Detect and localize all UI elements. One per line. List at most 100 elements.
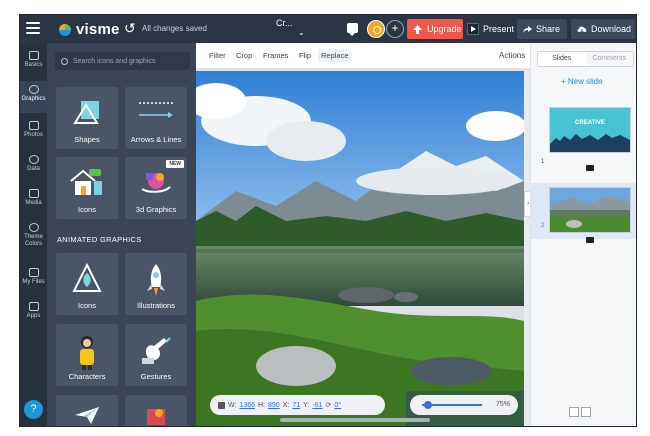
- height-label: H:: [258, 401, 266, 409]
- slide-1-preview: [550, 134, 630, 152]
- graphics-icon: [28, 85, 39, 94]
- rail-item-apps[interactable]: Apps: [20, 302, 47, 319]
- grid-view-icon[interactable]: [569, 407, 579, 417]
- frames-button[interactable]: Frames: [263, 51, 288, 60]
- slide-thumbnail-2[interactable]: [549, 187, 631, 233]
- animated-graphics-heading: ANIMATED GRAPHICS: [57, 235, 142, 244]
- tile-icons[interactable]: Icons: [56, 157, 118, 219]
- paper-plane-icon: [75, 407, 99, 424]
- tile-label: Gestures: [140, 372, 172, 381]
- view-toggle: [569, 407, 591, 417]
- upgrade-label: Upgrade: [427, 24, 462, 34]
- menu-icon[interactable]: [26, 22, 40, 34]
- illustration-icon: [147, 409, 165, 425]
- rail-item-basics[interactable]: Basics: [20, 51, 47, 68]
- slide-number: 2: [541, 223, 545, 229]
- horizontal-scrollbar[interactable]: [280, 418, 430, 422]
- add-collaborator-button[interactable]: +: [386, 20, 404, 38]
- new-slide-button[interactable]: + New slide: [561, 77, 603, 86]
- user-avatar[interactable]: [367, 20, 385, 38]
- slide-transition-icon[interactable]: [586, 165, 594, 171]
- help-button[interactable]: ?: [24, 400, 43, 419]
- gesture-hand-icon: [142, 337, 171, 364]
- visme-logo-icon: [59, 23, 71, 36]
- rail-label: Data: [27, 166, 40, 172]
- tile-illustrations[interactable]: Illustrations: [125, 253, 187, 315]
- rotation-value[interactable]: 0°: [334, 402, 341, 409]
- tile-label: Icons: [78, 301, 96, 310]
- 3d-graphics-icon: [141, 173, 171, 193]
- rail-label: Media: [25, 200, 42, 206]
- lock-icon[interactable]: [218, 401, 225, 409]
- lake-photo[interactable]: [196, 71, 524, 426]
- shapes-icon: [73, 101, 99, 124]
- search-placeholder: Search icons and graphics: [73, 57, 156, 65]
- slide-thumbnail-1[interactable]: CREATIVE: [549, 107, 631, 153]
- rail-label: Basics: [24, 62, 43, 68]
- slides-tabs: Slides Comments: [537, 51, 634, 67]
- slide-1-title: CREATIVE: [575, 120, 605, 126]
- search-icon: [61, 57, 68, 65]
- slide-transition-icon[interactable]: [586, 237, 594, 243]
- home-icon: [70, 169, 102, 195]
- tile-shapes[interactable]: Shapes: [56, 87, 118, 149]
- zoom-slider-handle[interactable]: [424, 401, 432, 409]
- y-value[interactable]: -61: [312, 402, 322, 409]
- share-button[interactable]: Share: [517, 19, 567, 39]
- rail-item-media[interactable]: Media: [20, 189, 47, 206]
- zoom-value: 75%: [495, 401, 510, 408]
- height-value[interactable]: 890: [268, 402, 280, 409]
- filter-button[interactable]: Filter: [209, 51, 226, 60]
- share-label: Share: [536, 24, 561, 34]
- rail-label: Graphics: [21, 96, 46, 102]
- replace-button[interactable]: Replace: [318, 49, 352, 62]
- tile-arrows-lines[interactable]: Arrows & Lines: [125, 87, 187, 149]
- undo-icon[interactable]: ↺: [124, 20, 136, 37]
- rail-item-photos[interactable]: Photos: [20, 121, 47, 138]
- actions-menu[interactable]: Actions: [499, 51, 525, 60]
- x-value[interactable]: 71: [292, 402, 300, 409]
- rotate-icon: ⟳: [325, 402, 332, 409]
- chevron-down-icon[interactable]: ⌄: [298, 28, 305, 37]
- rail-item-my-files[interactable]: My Files: [20, 268, 47, 285]
- search-input[interactable]: Search icons and graphics: [55, 52, 190, 70]
- x-label: X:: [282, 401, 290, 409]
- rail-label: My Files: [22, 279, 45, 285]
- rocket-icon: [147, 264, 165, 296]
- tile-more-1[interactable]: [56, 395, 118, 426]
- tile-more-2[interactable]: [125, 395, 187, 426]
- present-button[interactable]: Present: [467, 20, 514, 38]
- tile-3d-graphics[interactable]: NEW 3d Graphics: [125, 157, 187, 219]
- left-rail: Basics Graphics Photos Data Media Theme …: [20, 43, 47, 426]
- crop-button[interactable]: Crop: [236, 51, 252, 60]
- image-toolbar: Filter Crop Frames Flip Replace: [196, 43, 530, 69]
- data-icon: [28, 155, 39, 164]
- my-files-icon: [28, 268, 39, 277]
- rail-item-theme-colors[interactable]: Theme Colors: [20, 223, 47, 248]
- app-logo[interactable]: visme: [58, 21, 120, 38]
- tile-label: Illustrations: [137, 301, 175, 310]
- arrows-lines-icon: [139, 102, 173, 118]
- comments-icon[interactable]: [347, 23, 358, 36]
- document-title[interactable]: Cr...: [276, 18, 293, 28]
- width-value[interactable]: 1366: [239, 402, 255, 409]
- tab-comments[interactable]: Comments: [585, 52, 633, 66]
- tile-gestures[interactable]: Gestures: [125, 324, 187, 386]
- tab-slides[interactable]: Slides: [538, 52, 586, 66]
- save-status: All changes saved: [142, 24, 207, 33]
- present-label: Present: [483, 24, 515, 34]
- download-button[interactable]: Download: [571, 19, 635, 39]
- element-stats-bar: W: 1366 H: 890 X: 71 Y: -61 ⟳ 0°: [210, 395, 385, 415]
- flip-button[interactable]: Flip: [299, 51, 311, 60]
- download-label: Download: [591, 24, 632, 34]
- tile-characters[interactable]: Characters: [56, 324, 118, 386]
- tile-animated-icons[interactable]: Icons: [56, 253, 118, 315]
- rail-item-data[interactable]: Data: [20, 155, 47, 172]
- upgrade-icon: [413, 24, 422, 34]
- upgrade-button[interactable]: Upgrade: [407, 19, 463, 39]
- rail-label: Theme Colors: [24, 234, 43, 247]
- list-view-icon[interactable]: [581, 407, 591, 417]
- rail-item-graphics[interactable]: Graphics: [20, 81, 47, 113]
- tile-label: Icons: [78, 205, 96, 214]
- slide-number: 1: [541, 159, 545, 165]
